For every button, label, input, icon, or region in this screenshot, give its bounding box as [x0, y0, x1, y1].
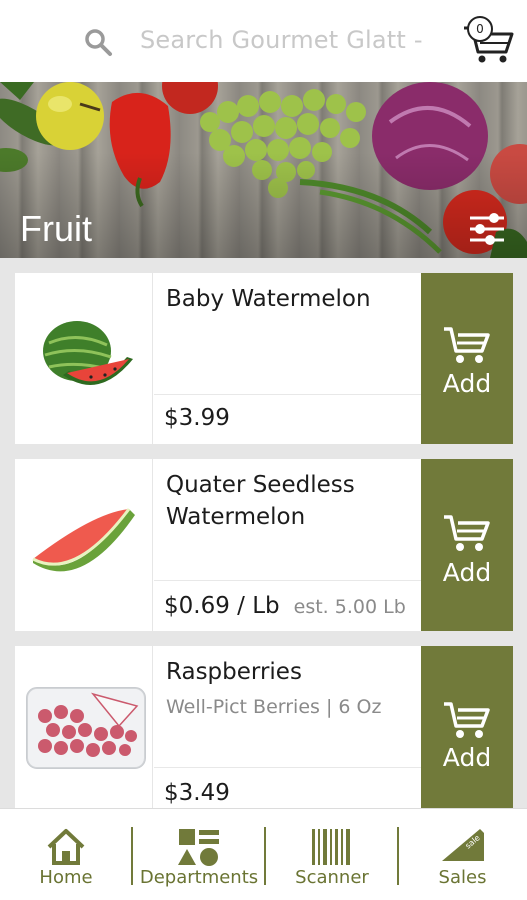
bottom-navigation: Home Departments Scanner sale Sales [0, 808, 527, 900]
product-image[interactable] [15, 273, 153, 444]
category-banner: Fruit [0, 82, 527, 258]
nav-divider [397, 827, 399, 885]
nav-sales[interactable]: sale Sales [400, 809, 525, 900]
card-divider [154, 580, 421, 581]
product-card[interactable]: Baby Watermelon $3.99 Add [15, 273, 513, 444]
estimated-weight: est. 5.00 Lb [293, 596, 406, 618]
nav-divider [131, 827, 133, 885]
nav-home[interactable]: Home [20, 809, 112, 900]
barcode-icon [312, 829, 350, 865]
add-to-cart-button[interactable]: Add [421, 459, 513, 631]
nav-divider [264, 827, 266, 885]
filter-sliders-icon[interactable] [464, 206, 510, 252]
product-image[interactable] [15, 459, 153, 631]
departments-icon [178, 829, 219, 866]
product-price: $3.49 [164, 780, 230, 806]
top-bar: Search Gourmet Glatt - 0 [0, 0, 527, 82]
product-card[interactable]: Quater Seedless Watermelon $0.69 / Lb est… [15, 459, 513, 631]
cart-icon [444, 515, 490, 551]
product-price: $0.69 / Lb est. 5.00 Lb [164, 593, 406, 619]
nav-departments[interactable]: Departments [134, 809, 264, 900]
card-divider [154, 394, 421, 395]
add-label: Add [442, 743, 492, 772]
add-label: Add [442, 558, 492, 587]
cart-icon [444, 702, 490, 738]
product-price: $3.99 [164, 405, 230, 431]
price-value: $0.69 / Lb [164, 593, 280, 619]
card-divider [154, 767, 421, 768]
nav-label: Sales [438, 867, 487, 888]
product-name[interactable]: Quater Seedless Watermelon [166, 469, 416, 533]
price-value: $3.99 [164, 405, 230, 431]
product-name[interactable]: Baby Watermelon [166, 283, 416, 315]
search-icon[interactable] [83, 27, 113, 57]
sale-tag-icon: sale [442, 829, 484, 861]
nav-label: Departments [139, 867, 259, 888]
nav-label: Home [39, 867, 93, 888]
price-value: $3.49 [164, 780, 230, 806]
raspberries-clamshell-image [26, 687, 146, 769]
nav-scanner[interactable]: Scanner [267, 809, 397, 900]
product-card[interactable]: Raspberries Well-Pict Berries | 6 Oz $3.… [15, 646, 513, 808]
cart-count-badge[interactable]: 0 [467, 16, 493, 42]
cart-icon [444, 327, 490, 363]
product-brand-size: Well-Pict Berries | 6 Oz [166, 696, 382, 718]
product-name[interactable]: Raspberries [166, 656, 416, 688]
category-title: Fruit [20, 208, 92, 249]
nav-label: Scanner [295, 867, 369, 888]
search-input[interactable]: Search Gourmet Glatt - [140, 26, 423, 54]
home-icon [47, 829, 85, 865]
add-to-cart-button[interactable]: Add [421, 646, 513, 808]
add-label: Add [442, 369, 492, 398]
add-to-cart-button[interactable]: Add [421, 273, 513, 444]
watermelon-slice-image [32, 508, 135, 572]
product-image[interactable] [15, 646, 153, 808]
baby-watermelon-image [43, 321, 133, 385]
